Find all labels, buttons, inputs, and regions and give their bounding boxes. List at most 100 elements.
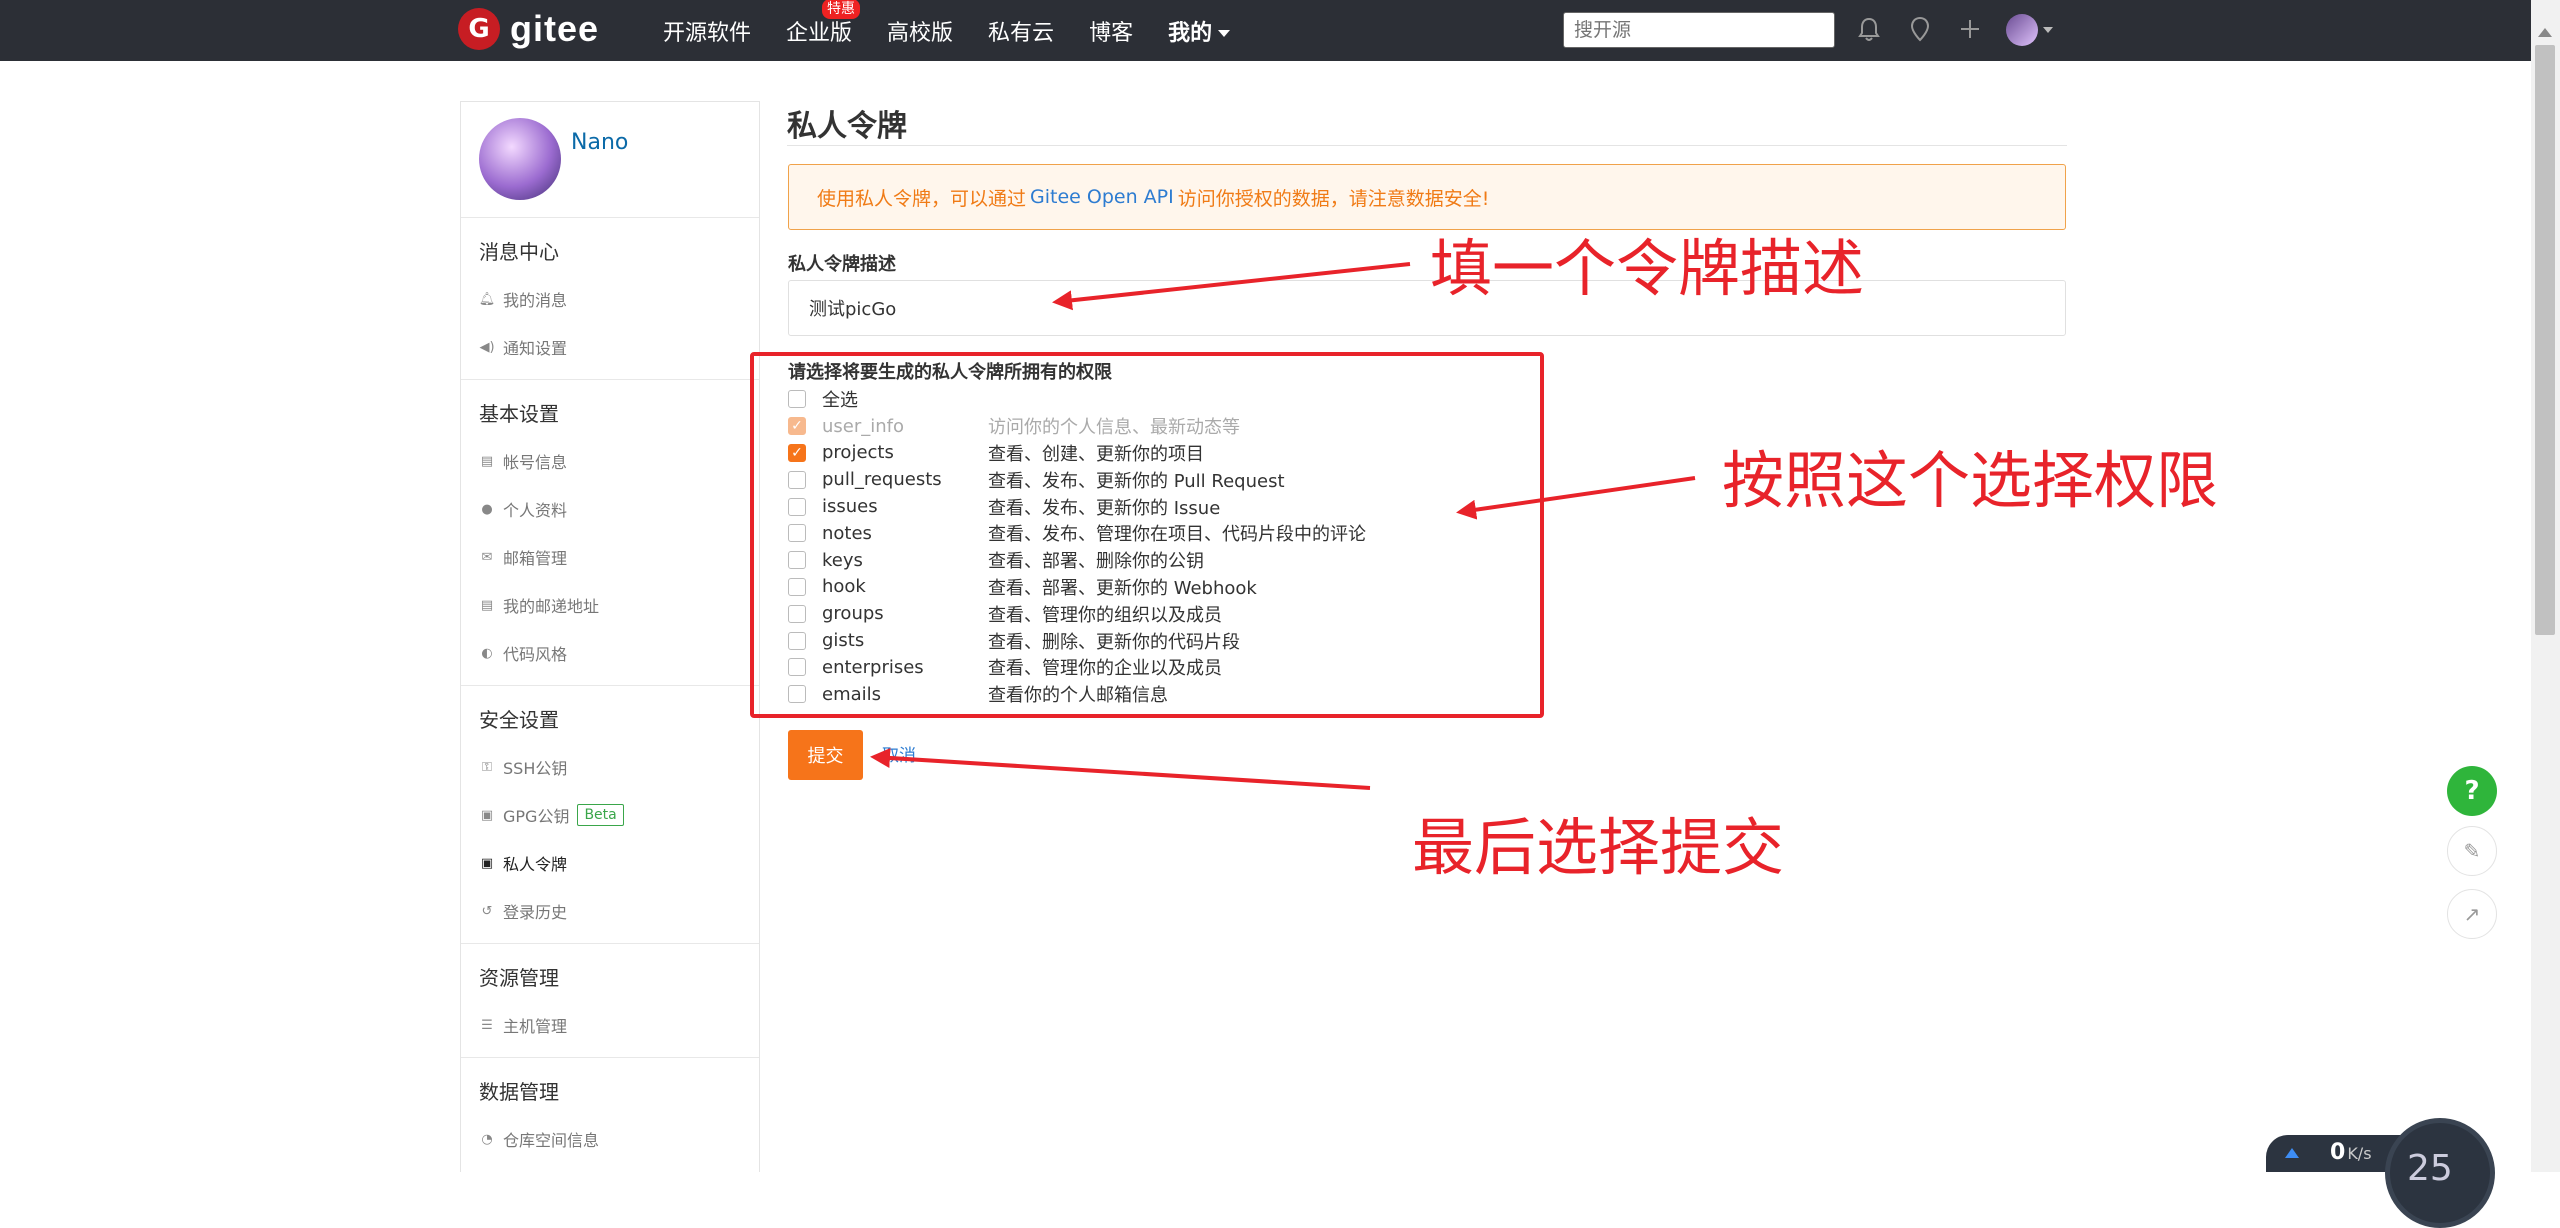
sidebar-item-label: GPG公钥 xyxy=(503,807,570,826)
sidebar-item-label: SSH公钥 xyxy=(503,759,568,778)
pie-chart-icon: ◔ xyxy=(481,1131,493,1147)
title-divider xyxy=(787,145,2067,146)
sidebar-item-label: 我的消息 xyxy=(503,291,568,310)
section-data: 数据管理 ◔ 仓库空间信息 xyxy=(461,1058,759,1171)
sidebar-item-label: 我的邮递地址 xyxy=(503,597,600,616)
history-icon: ↺ xyxy=(481,903,493,919)
palette-icon: ◐ xyxy=(481,645,493,661)
gitee-logo-icon: G xyxy=(458,8,500,50)
sidebar-item-notify-settings[interactable]: ◀) 通知设置 xyxy=(461,323,759,371)
feedback-edit-icon[interactable]: ✎ xyxy=(2447,826,2497,876)
lock-icon: ▣ xyxy=(480,807,494,823)
sidebar-item-label: 通知设置 xyxy=(503,339,568,358)
section-messages: 消息中心 🔔︎ 我的消息 ◀) 通知设置 xyxy=(461,218,759,380)
sidebar-item-label: 代码风格 xyxy=(503,645,568,664)
sidebar-item-label: 仓库空间信息 xyxy=(503,1131,600,1150)
search-input[interactable] xyxy=(1563,12,1835,48)
profile-name[interactable]: Nano xyxy=(571,130,628,155)
cancel-link[interactable]: 取消 xyxy=(882,741,916,766)
arrow-to-submit xyxy=(870,748,1371,790)
annotation-highlight-box xyxy=(750,352,1544,718)
section-title: 数据管理 xyxy=(479,1080,559,1104)
sidebar-item-label: 主机管理 xyxy=(503,1017,568,1036)
beta-badge: Beta xyxy=(577,804,624,826)
annotation-fill-desc: 填一个令牌描述 xyxy=(1430,232,1865,305)
sidebar-item-email[interactable]: ✉ 邮箱管理 xyxy=(461,533,759,581)
sidebar-item-hosts[interactable]: ☰ 主机管理 xyxy=(461,1001,759,1049)
nav-open-source[interactable]: 开源软件 xyxy=(663,15,751,47)
promo-badge: 特惠 xyxy=(822,0,861,19)
sidebar-item-ssh-keys[interactable]: ⚿ SSH公钥 xyxy=(461,743,759,791)
profile-card: Nano xyxy=(461,102,759,218)
page-title: 私人令牌 xyxy=(787,109,907,144)
sidebar-item-label: 登录历史 xyxy=(503,903,568,922)
main-nav: 开源软件 企业版 特惠 高校版 私有云 博客 我的 xyxy=(663,0,1265,61)
gauge-value: 25 xyxy=(2407,1148,2453,1189)
user-icon: ● xyxy=(481,501,493,517)
id-card-icon: ▤ xyxy=(480,453,494,469)
sidebar-item-gpg-keys[interactable]: ▣ GPG公钥 Beta xyxy=(461,791,759,839)
section-security: 安全设置 ⚿ SSH公钥 ▣ GPG公钥 Beta ▣ 私人令牌 ↺ 登录历史 xyxy=(461,686,759,944)
notice-text-after: 访问你授权的数据，请注意数据安全! xyxy=(1177,187,1490,210)
speed-unit: K/s xyxy=(2347,1144,2372,1163)
section-title: 资源管理 xyxy=(479,966,559,990)
nav-enterprise[interactable]: 企业版 特惠 xyxy=(786,0,861,47)
bell-icon: 🔔︎ xyxy=(478,291,496,307)
map-pin-icon[interactable] xyxy=(1905,14,1935,44)
scrollbar-thumb[interactable] xyxy=(2535,45,2555,635)
chevron-down-icon[interactable] xyxy=(2043,27,2053,33)
chevron-down-icon xyxy=(1218,30,1231,37)
user-avatar[interactable] xyxy=(2006,14,2038,46)
sidebar-item-address[interactable]: ▤ 我的邮递地址 xyxy=(461,581,759,629)
notice-text-before: 使用私人令牌，可以通过 xyxy=(817,187,1027,210)
security-notice: 使用私人令牌，可以通过 Gitee Open API 访问你授权的数据，请注意数… xyxy=(788,164,2066,230)
envelope-icon: ✉ xyxy=(481,549,493,565)
share-icon[interactable]: ↗ xyxy=(2447,889,2497,939)
annotation-select-permissions: 按照这个选择权限 xyxy=(1722,444,2219,517)
annotation-submit-last: 最后选择提交 xyxy=(1412,811,1785,884)
help-button[interactable]: ? xyxy=(2447,766,2497,816)
bell-icon[interactable] xyxy=(1854,14,1884,44)
section-title: 消息中心 xyxy=(479,240,559,264)
top-navbar: G gitee 开源软件 企业版 特惠 高校版 私有云 博客 我的 xyxy=(0,0,2531,61)
sidebar-item-label: 私人令牌 xyxy=(503,855,568,874)
logo-text: gitee xyxy=(510,8,600,49)
sidebar-item-code-style[interactable]: ◐ 代码风格 xyxy=(461,629,759,677)
nav-mine[interactable]: 我的 xyxy=(1168,15,1231,47)
token-desc-label: 私人令牌描述 xyxy=(788,254,896,275)
nav-blog[interactable]: 博客 xyxy=(1089,15,1133,47)
key-icon: ⚿ xyxy=(482,759,492,775)
gitee-logo[interactable]: G gitee xyxy=(458,8,599,50)
token-desc-input[interactable]: 测试picGo xyxy=(788,280,2066,336)
section-title: 基本设置 xyxy=(479,402,559,426)
submit-button[interactable]: 提交 xyxy=(788,730,863,780)
settings-sidebar: Nano 消息中心 🔔︎ 我的消息 ◀) 通知设置 基本设置 ▤ 帐号信息 ● … xyxy=(460,101,760,1172)
section-basic: 基本设置 ▤ 帐号信息 ● 个人资料 ✉ 邮箱管理 ▤ 我的邮递地址 ◐ 代码风… xyxy=(461,380,759,686)
nav-mine-label: 我的 xyxy=(1168,20,1213,46)
sidebar-item-account[interactable]: ▤ 帐号信息 xyxy=(461,437,759,485)
token-icon: ▣ xyxy=(480,855,494,871)
nav-enterprise-label: 企业版 xyxy=(786,20,853,46)
sidebar-item-login-history[interactable]: ↺ 登录历史 xyxy=(461,887,759,935)
speed-readout: 0 K/s xyxy=(2330,1140,2372,1165)
open-api-link[interactable]: Gitee Open API xyxy=(1030,186,1174,208)
sidebar-item-label: 邮箱管理 xyxy=(503,549,568,568)
sidebar-item-private-token[interactable]: ▣ 私人令牌 xyxy=(461,839,759,887)
sidebar-item-profile[interactable]: ● 个人资料 xyxy=(461,485,759,533)
sidebar-item-label: 帐号信息 xyxy=(503,453,568,472)
nav-private-cloud[interactable]: 私有云 xyxy=(988,15,1054,47)
address-card-icon: ▤ xyxy=(480,597,494,613)
avatar[interactable] xyxy=(479,118,561,200)
nav-education[interactable]: 高校版 xyxy=(887,15,953,47)
scroll-up-arrow-icon[interactable] xyxy=(2538,28,2552,37)
sidebar-item-my-messages[interactable]: 🔔︎ 我的消息 xyxy=(461,275,759,323)
volume-icon: ◀) xyxy=(479,339,495,355)
upload-arrow-icon xyxy=(2285,1148,2299,1158)
section-title: 安全设置 xyxy=(479,708,559,732)
section-resources: 资源管理 ☰ 主机管理 xyxy=(461,944,759,1058)
plus-icon[interactable] xyxy=(1955,14,1985,44)
sidebar-item-label: 个人资料 xyxy=(503,501,568,520)
speed-value: 0 xyxy=(2330,1140,2346,1165)
server-icon: ☰ xyxy=(481,1017,493,1033)
sidebar-item-repo-space[interactable]: ◔ 仓库空间信息 xyxy=(461,1115,759,1163)
